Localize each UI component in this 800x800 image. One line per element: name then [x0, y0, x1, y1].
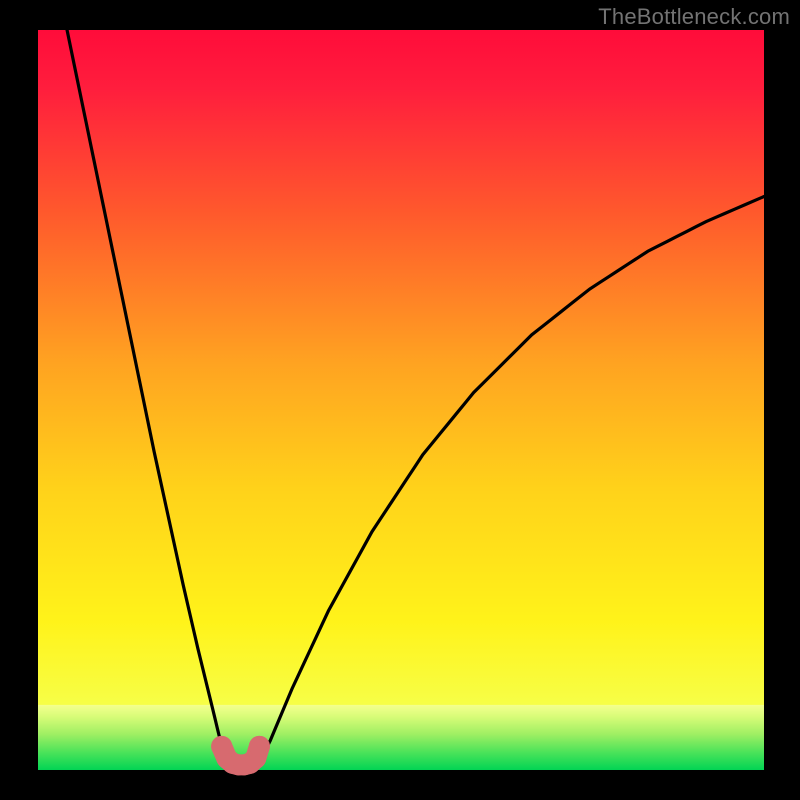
trough-marker	[249, 736, 270, 757]
watermark-text: TheBottleneck.com	[598, 4, 790, 30]
chart-frame: TheBottleneck.com	[0, 0, 800, 800]
plot-gradient-background	[38, 30, 764, 770]
bottleneck-chart	[0, 0, 800, 800]
green-bottom-band	[38, 705, 764, 770]
